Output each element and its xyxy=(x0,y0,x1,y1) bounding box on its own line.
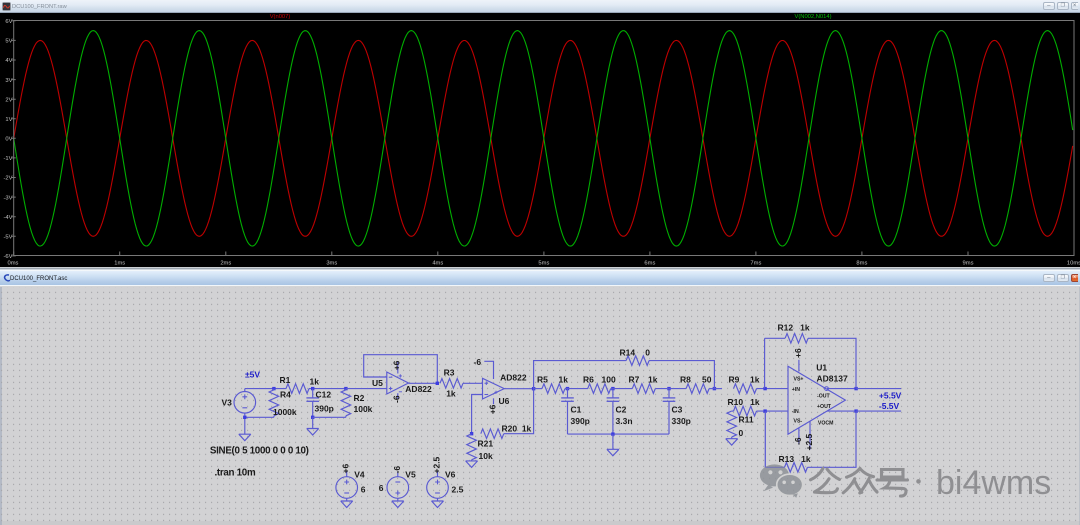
svg-text:-3V: -3V xyxy=(3,195,12,201)
svg-text:390p: 390p xyxy=(571,416,590,426)
svg-text:R6: R6 xyxy=(583,375,594,385)
svg-text:+6: +6 xyxy=(487,404,497,414)
svg-text:C1: C1 xyxy=(571,404,582,414)
svg-text:330p: 330p xyxy=(672,416,691,426)
svg-text:9ms: 9ms xyxy=(963,261,974,267)
svg-text:4V: 4V xyxy=(5,58,12,64)
svg-text:V(N002,N014): V(N002,N014) xyxy=(794,14,831,20)
svg-text:10k: 10k xyxy=(479,451,493,461)
svg-text:5V: 5V xyxy=(5,39,12,45)
svg-text:U5: U5 xyxy=(372,378,383,388)
svg-text:R12 1k: R12 1k xyxy=(778,323,810,333)
svg-text:R13 1k: R13 1k xyxy=(779,454,811,464)
svg-text:.tran 10m: .tran 10m xyxy=(215,467,256,478)
svg-text:-1V: -1V xyxy=(3,156,12,162)
svg-text:1000k: 1000k xyxy=(273,407,297,417)
svg-text:0V: 0V xyxy=(5,137,12,143)
svg-text:+5.5V: +5.5V xyxy=(879,390,902,400)
svg-text:-6: -6 xyxy=(474,357,482,367)
svg-text:1V: 1V xyxy=(5,117,12,123)
svg-text:AD822: AD822 xyxy=(405,384,432,394)
svg-text:6V: 6V xyxy=(5,19,12,25)
svg-text:3V: 3V xyxy=(5,78,12,84)
svg-text:0: 0 xyxy=(739,428,744,438)
svg-text:+OUT: +OUT xyxy=(817,404,832,410)
svg-text:6ms: 6ms xyxy=(644,261,655,267)
svg-text:-6: -6 xyxy=(392,395,402,403)
svg-text:-6: -6 xyxy=(392,466,402,474)
svg-text:2ms: 2ms xyxy=(220,261,231,267)
svg-text:R11: R11 xyxy=(739,414,754,424)
svg-text:-OUT: -OUT xyxy=(817,393,831,399)
svg-text:50: 50 xyxy=(702,375,712,385)
svg-text:SINE(0 5 1000 0 0 0 10): SINE(0 5 1000 0 0 0 10) xyxy=(210,445,309,456)
svg-text:-2V: -2V xyxy=(3,176,12,182)
svg-text:+6: +6 xyxy=(793,348,803,358)
svg-text:V(n007): V(n007) xyxy=(270,14,291,20)
svg-text:6: 6 xyxy=(379,483,384,493)
svg-text:2V: 2V xyxy=(5,97,12,103)
svg-text:R2: R2 xyxy=(354,393,365,403)
svg-text:5ms: 5ms xyxy=(538,261,549,267)
svg-text:R14: R14 xyxy=(620,347,636,357)
svg-text:+2.5: +2.5 xyxy=(432,456,442,473)
svg-text:-IN: -IN xyxy=(792,409,799,415)
svg-text:R21: R21 xyxy=(478,438,494,448)
svg-text:1k: 1k xyxy=(310,377,320,387)
svg-text:R10 1k: R10 1k xyxy=(728,397,760,407)
svg-text:bi4wms: bi4wms xyxy=(936,464,1051,502)
svg-text:0: 0 xyxy=(645,347,650,357)
svg-text:1ms: 1ms xyxy=(114,261,125,267)
svg-text:R3: R3 xyxy=(444,367,455,377)
svg-text:C3: C3 xyxy=(672,404,683,414)
svg-text:V4: V4 xyxy=(354,470,365,480)
svg-text:100k: 100k xyxy=(354,404,373,414)
svg-text:-5V: -5V xyxy=(3,235,12,241)
svg-text:10ms: 10ms xyxy=(1067,261,1080,267)
svg-text:1k: 1k xyxy=(446,388,456,398)
svg-text:R8: R8 xyxy=(680,375,691,385)
svg-text:6: 6 xyxy=(361,484,366,494)
svg-text:C12: C12 xyxy=(316,390,332,400)
svg-text:R1: R1 xyxy=(280,375,291,385)
svg-text:R9: R9 xyxy=(729,375,740,385)
svg-text:C2: C2 xyxy=(616,404,627,414)
svg-text:+6: +6 xyxy=(392,360,402,370)
svg-text:R20 1k: R20 1k xyxy=(502,423,532,433)
svg-text:3.3n: 3.3n xyxy=(616,416,633,426)
svg-text:VOCM: VOCM xyxy=(818,421,834,427)
svg-text:1k: 1k xyxy=(559,375,569,385)
svg-text:VS+: VS+ xyxy=(794,377,804,383)
svg-text:4ms: 4ms xyxy=(432,261,443,267)
svg-text:1k: 1k xyxy=(648,375,658,385)
svg-text:R4: R4 xyxy=(280,390,291,400)
svg-text:±5V: ±5V xyxy=(245,370,260,380)
svg-text:3ms: 3ms xyxy=(326,261,337,267)
svg-text:-6: -6 xyxy=(793,437,803,445)
svg-text:AD822: AD822 xyxy=(500,373,527,383)
svg-text:390p: 390p xyxy=(315,403,334,413)
svg-text:-5.5V: -5.5V xyxy=(879,401,900,411)
svg-text:VS-: VS- xyxy=(794,418,803,424)
svg-text:+6: +6 xyxy=(341,464,351,474)
svg-text:100: 100 xyxy=(602,375,616,385)
svg-text:V6: V6 xyxy=(445,470,456,480)
svg-text:R5: R5 xyxy=(537,375,548,385)
svg-text:7ms: 7ms xyxy=(750,261,761,267)
svg-text:AD8137: AD8137 xyxy=(817,373,848,383)
svg-text:0ms: 0ms xyxy=(8,261,19,267)
svg-text:R7: R7 xyxy=(629,375,640,385)
svg-text:U6: U6 xyxy=(499,396,510,406)
svg-text:2.5: 2.5 xyxy=(452,484,464,494)
svg-text:1k: 1k xyxy=(750,375,760,385)
svg-text:-4V: -4V xyxy=(3,215,12,221)
svg-text:-6V: -6V xyxy=(3,254,12,260)
svg-text:V3: V3 xyxy=(222,397,233,407)
svg-text:8ms: 8ms xyxy=(856,261,867,267)
svg-text:U1: U1 xyxy=(816,362,827,372)
svg-text:+2.5: +2.5 xyxy=(804,433,814,450)
svg-text:+IN: +IN xyxy=(792,387,800,393)
svg-text:V5: V5 xyxy=(405,470,416,480)
